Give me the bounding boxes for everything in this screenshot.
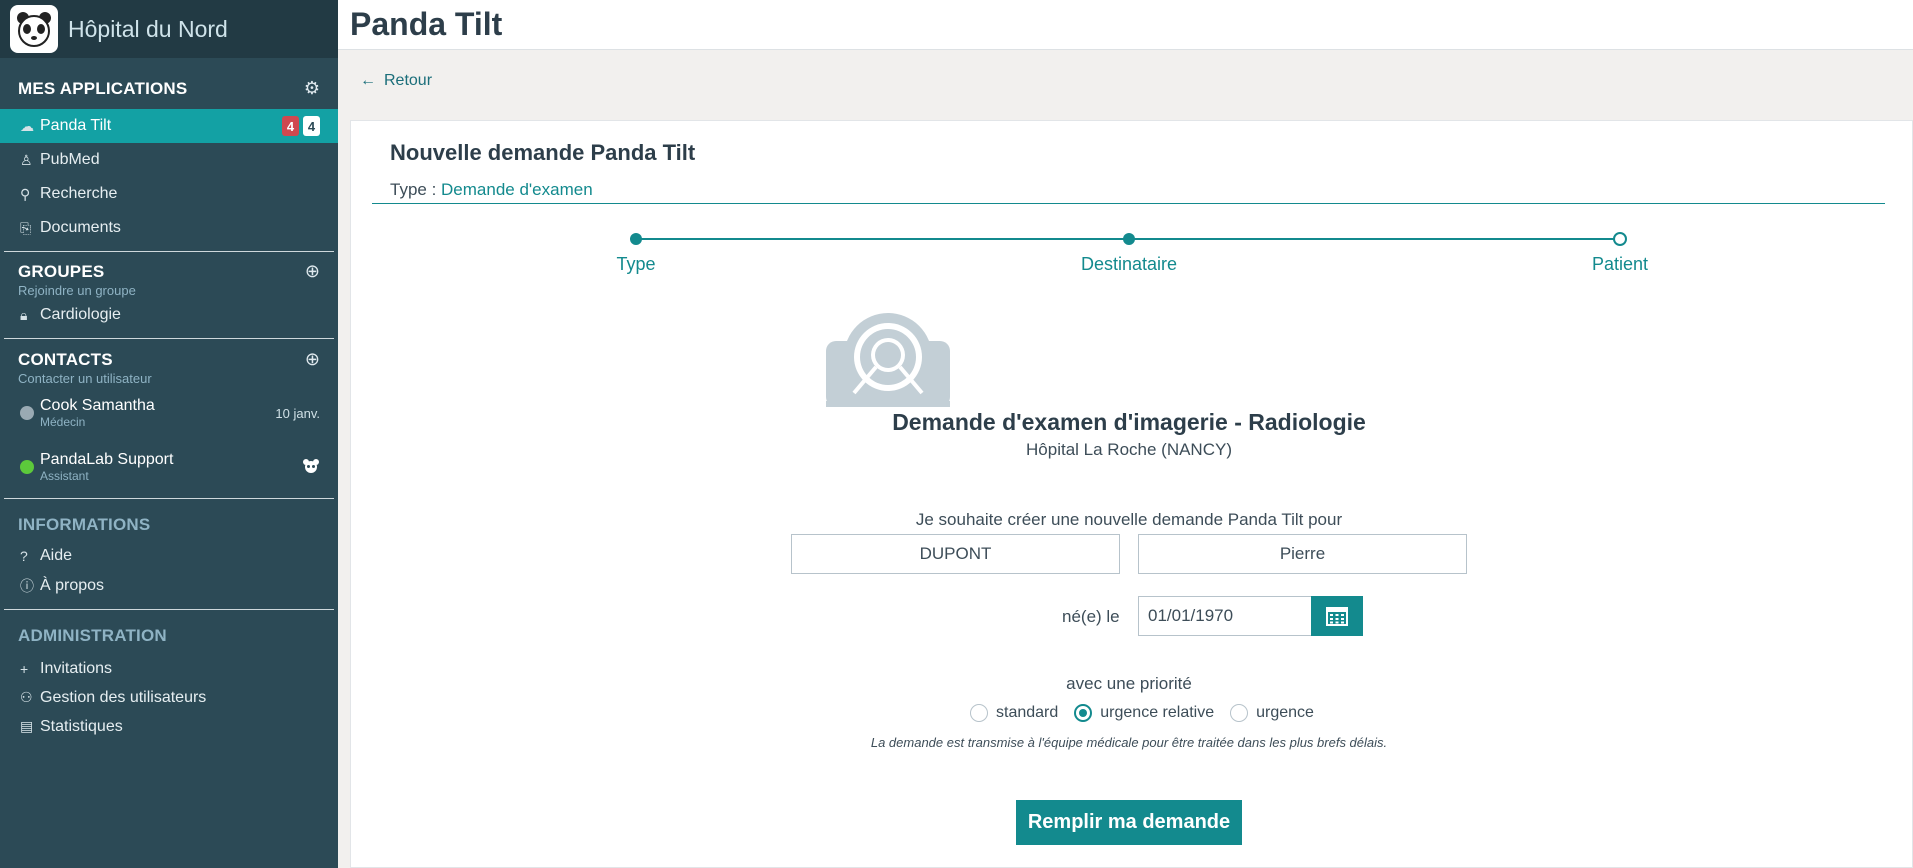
title-divider (372, 203, 1885, 204)
add-contact-icon[interactable]: ⊕ (305, 349, 320, 370)
status-dot (20, 460, 34, 474)
sidebar-item-label: Aide (40, 547, 73, 564)
sidebar-item-label: Recherche (40, 185, 118, 202)
step-label-type[interactable]: Type (616, 254, 655, 275)
request-title: Demande d'examen d'imagerie - Radiologie (892, 409, 1366, 435)
panda-icon (302, 458, 320, 477)
step-label-patient[interactable]: Patient (1592, 254, 1648, 275)
info-icon: ⓘ (20, 578, 34, 594)
top-bar: Panda Tilt (338, 0, 1913, 50)
gear-icon[interactable]: ⚙ (304, 78, 320, 99)
priority-urgence[interactable]: urgence (1230, 704, 1314, 722)
birth-date-field[interactable] (1138, 596, 1312, 636)
radio-urgence[interactable] (1230, 704, 1249, 722)
request-type: Type : Demande d'examen (390, 180, 593, 200)
sidebar-item-cardiologie[interactable]: 🔒︎ Cardiologie (0, 298, 338, 332)
sidebar-item-panda-tilt[interactable]: ☁ Panda Tilt 4 4 (0, 109, 338, 143)
cloud-icon: ☁ (20, 117, 34, 134)
hospital-name[interactable]: Hôpital du Nord (68, 16, 228, 43)
submit-button[interactable]: Remplir ma demande (1016, 800, 1242, 845)
groups-title: GROUPES (18, 261, 105, 281)
sidebar-item-label: PubMed (40, 151, 100, 168)
sidebar-item-documents[interactable]: ⎘ Documents (0, 211, 338, 245)
radio-standard[interactable] (970, 704, 988, 722)
radio-urgence-relative[interactable] (1074, 704, 1093, 722)
request-card (350, 120, 1913, 868)
add-group-icon[interactable]: ⊕ (305, 261, 320, 282)
sidebar-item-label: Panda Tilt (40, 117, 112, 134)
form-title: Nouvelle demande Panda Tilt (390, 140, 696, 165)
apps-title: MES APPLICATIONS (18, 78, 188, 98)
step-dot-destinataire[interactable] (1123, 233, 1135, 245)
dob-label: né(e) le (1062, 607, 1120, 626)
brand: Hôpital du Nord (0, 0, 338, 58)
priority-note: La demande est transmise à l'équipe médi… (870, 735, 1388, 750)
radio-label: urgence (1256, 704, 1314, 721)
type-value[interactable]: Demande d'examen (441, 180, 593, 199)
count-badge: 4 (303, 116, 320, 136)
admin-title: ADMINISTRATION (18, 626, 167, 645)
priority-urgence-relative[interactable]: urgence relative (1074, 704, 1214, 722)
paperclip-icon: ⎘ (20, 219, 32, 236)
arrow-left-icon: ← (360, 72, 376, 89)
calendar-icon (1326, 607, 1348, 626)
contact-role: Assistant (40, 469, 89, 483)
step-dot-type[interactable] (630, 233, 642, 245)
last-name-field[interactable] (791, 534, 1120, 574)
lock-icon: 🔒︎ (20, 306, 28, 323)
radio-label: urgence relative (1100, 704, 1215, 721)
radio-label: standard (996, 704, 1059, 721)
scanner-icon (824, 313, 952, 412)
sidebar-item-aide[interactable]: ? Aide (0, 541, 338, 571)
step-dot-patient[interactable] (1613, 232, 1627, 246)
contacts-title: CONTACTS (18, 349, 113, 369)
sidebar-item-pubmed[interactable]: ♙ PubMed (0, 143, 338, 177)
back-link[interactable]: ← Retour (360, 72, 432, 90)
step-label-destinataire[interactable]: Destinataire (1081, 254, 1177, 275)
sidebar-item-label: Documents (40, 219, 121, 236)
priority-label: avec une priorité (1066, 674, 1192, 693)
join-group-link[interactable]: Rejoindre un groupe (0, 283, 338, 298)
microscope-icon: ♙ (20, 151, 33, 168)
sidebar-item-recherche[interactable]: ⚲ Recherche (0, 177, 338, 211)
page-title: Panda Tilt (350, 6, 503, 42)
request-hospital: Hôpital La Roche (NANCY) (1026, 440, 1232, 459)
help-icon: ? (20, 548, 28, 564)
sidebar-item-label: Cardiologie (40, 306, 121, 323)
type-label: Type : (390, 180, 442, 199)
priority-standard[interactable]: standard (970, 704, 1058, 722)
chart-icon: ▤ (20, 718, 34, 734)
calendar-button[interactable] (1311, 596, 1363, 636)
contact-user-link[interactable]: Contacter un utilisateur (0, 371, 338, 386)
first-name-field[interactable] (1138, 534, 1467, 574)
search-icon: ⚲ (20, 185, 31, 202)
intro-text: Je souhaite créer une nouvelle demande P… (915, 510, 1343, 529)
sidebar-item-label: À propos (40, 577, 105, 594)
sidebar-item-label: Statistiques (40, 717, 123, 735)
panda-logo-icon[interactable] (10, 5, 58, 53)
unread-badge: 4 (282, 116, 299, 136)
priority-radio-group: standard urgence relative urgence (970, 704, 1322, 722)
sidebar-item-a-propos[interactable]: ⓘ À propos (0, 571, 338, 601)
back-label: Retour (384, 72, 433, 89)
